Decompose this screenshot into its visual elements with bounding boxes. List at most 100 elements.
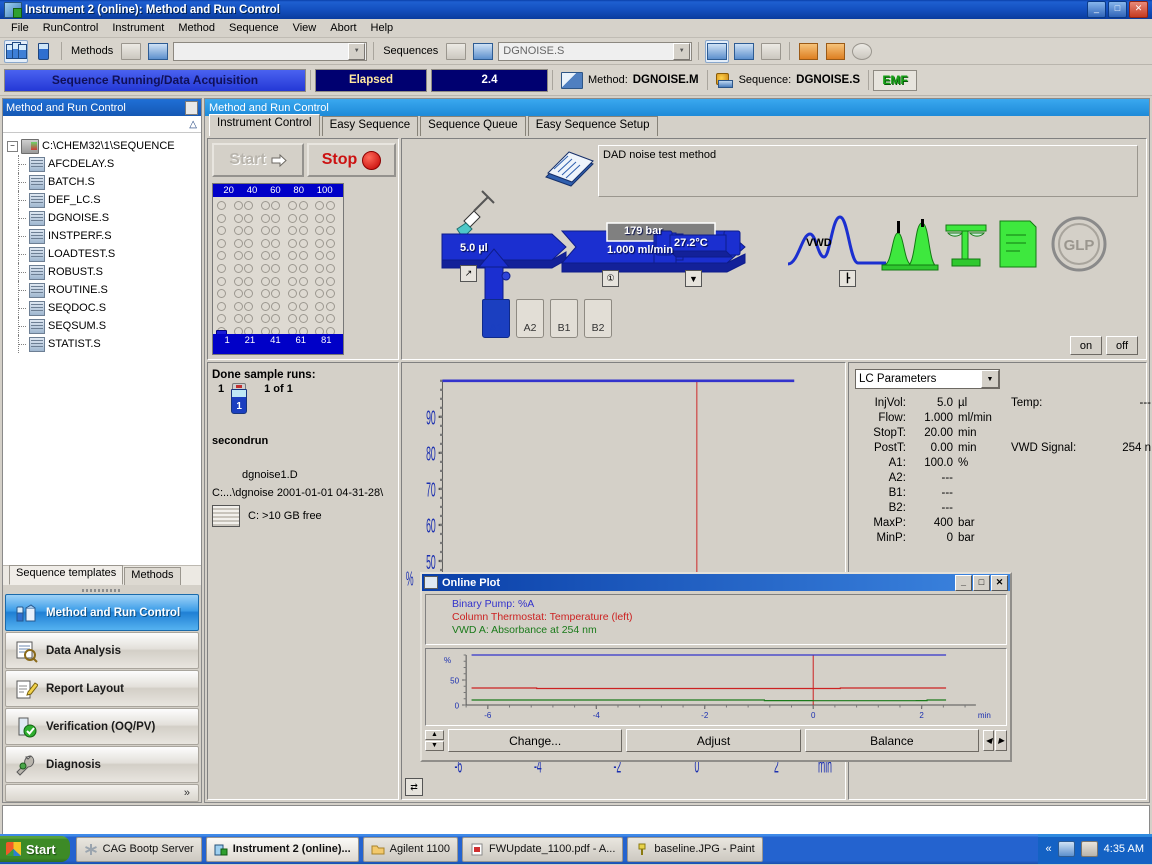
tray-well[interactable] [217,226,226,236]
online-plot-maximize-button[interactable]: □ [973,574,990,591]
tray-well[interactable] [315,201,325,210]
tray-well[interactable] [298,314,308,324]
online-plot-close-button[interactable]: ✕ [991,574,1008,591]
tray-well[interactable] [315,264,325,273]
tray-well[interactable] [217,201,226,210]
tray-well[interactable] [325,201,335,210]
maximize-button[interactable]: □ [1108,1,1127,18]
pump-setup-icon[interactable]: ① [602,270,619,287]
tree-item-robust[interactable]: ROBUST.S [7,263,201,281]
tray-well[interactable] [260,301,270,311]
balance-icon[interactable] [942,219,990,272]
tray-well[interactable] [217,289,226,299]
tray-well[interactable] [325,238,335,248]
online-plot-chart[interactable]: 0 50 -6 -4 -2 0 2 min% [425,648,1007,726]
sidebar-item-data-analysis[interactable]: Data Analysis [5,632,199,669]
sequence-indicator[interactable]: Sequence: DGNOISE.S [712,72,865,88]
adjust-button[interactable]: Adjust [626,729,801,752]
chevron-down-icon[interactable]: ▼ [348,42,366,60]
tray-well[interactable] [288,201,297,210]
tab-instrument-control[interactable]: Instrument Control [209,114,320,136]
tray-well[interactable] [244,213,254,223]
glp-icon[interactable]: GLP [1050,215,1108,276]
tray-well[interactable] [325,301,335,311]
tray-well[interactable] [325,276,335,286]
tray-well[interactable] [260,327,270,334]
tray-well[interactable] [298,276,308,286]
taskbar-item-instrument-2[interactable]: Instrument 2 (online)... [205,836,359,862]
tray-well[interactable] [233,238,243,248]
tray-well[interactable] [325,289,335,299]
taskbar-item-fwupdate-pdf[interactable]: FWUpdate_1100.pdf - A... [462,836,624,862]
plot-scale-icon[interactable]: ⇄ [405,778,423,796]
tray-well[interactable] [217,301,226,311]
detector-setup-icon[interactable]: ┣ [839,270,856,287]
tree-item-loadtest[interactable]: LOADTEST.S [7,245,201,263]
tree-item-dgnoise[interactable]: DGNOISE.S [7,209,201,227]
emf-status-badge[interactable]: EMF [873,69,918,91]
tray-well[interactable] [260,201,270,210]
run-control-view-icon[interactable] [705,39,730,63]
tray-well[interactable] [244,301,254,311]
tray-well[interactable] [298,213,308,223]
close-button[interactable]: ✕ [1129,1,1148,18]
tray-well[interactable] [288,213,297,223]
bottle-a2[interactable]: A2 [516,299,544,338]
chevron-down-icon[interactable]: ▼ [673,42,691,60]
tray-well[interactable] [325,251,335,261]
tray-well[interactable] [260,251,270,261]
chromatogram-peaks-icon[interactable] [880,215,940,274]
tray-well[interactable] [271,226,281,236]
tree-item-afcdelay[interactable]: AFCDELAY.S [7,155,201,173]
tray-well[interactable] [271,201,281,210]
tray-well[interactable] [298,264,308,273]
tray-well[interactable] [271,314,281,324]
change-button[interactable]: Change... [448,729,623,752]
scale-spinner[interactable]: ▲ ▼ [425,730,444,751]
balance-button[interactable]: Balance [804,729,979,752]
sidebar-item-diagnosis[interactable]: Diagnosis [5,746,199,783]
tray-well[interactable] [288,327,297,334]
sidebar-item-report-layout[interactable]: Report Layout [5,670,199,707]
stop-button[interactable]: Stop [307,143,396,177]
scroll-buttons[interactable]: ◀ ▶ [982,730,1007,751]
on-button[interactable]: on [1070,336,1102,355]
tray-well[interactable] [233,301,243,311]
report-icon[interactable] [796,40,820,63]
sample-tray[interactable]: 20 40 60 80 100 1 21 41 61 81 [212,183,344,355]
tray-well[interactable] [325,327,335,334]
tray-well[interactable] [217,251,226,261]
scroll-right-icon[interactable]: ▶ [995,730,1007,751]
tray-well[interactable] [315,289,325,299]
tray-well[interactable] [315,213,325,223]
tray-well[interactable] [260,289,270,299]
tray-expand-icon[interactable]: « [1046,843,1052,855]
bottle-b1[interactable]: B1 [550,299,578,338]
tray-well[interactable] [271,264,281,273]
tray-well[interactable] [217,314,226,324]
report-document-icon[interactable] [996,217,1040,274]
tray-well[interactable] [315,301,325,311]
tray-well[interactable] [288,226,297,236]
scroll-left-icon[interactable]: ◀ [982,730,995,751]
tray-well[interactable] [233,276,243,286]
tray-well[interactable] [233,327,243,334]
tree-item-seqdoc[interactable]: SEQDOC.S [7,299,201,317]
menu-method[interactable]: Method [171,20,222,36]
tray-well[interactable] [217,213,226,223]
methods-combo[interactable]: ▼ [173,41,368,61]
data-analysis-view-icon[interactable] [732,40,756,63]
tray-well[interactable] [260,276,270,286]
tray-well[interactable] [233,289,243,299]
bottle-b2[interactable]: B2 [584,299,612,338]
network-icon[interactable] [1057,841,1075,857]
tray-well[interactable] [298,327,308,334]
taskbar-item-baseline-paint[interactable]: baseline.JPG - Paint [627,836,763,862]
sequences-combo[interactable]: DGNOISE.S ▼ [498,41,693,61]
save-method-icon[interactable] [146,40,170,63]
tree-item-seqsum[interactable]: SEQSUM.S [7,317,201,335]
tray-well-grid[interactable] [213,197,343,334]
tray-well[interactable] [260,238,270,248]
menu-help[interactable]: Help [364,20,401,36]
tray-well[interactable] [271,238,281,248]
